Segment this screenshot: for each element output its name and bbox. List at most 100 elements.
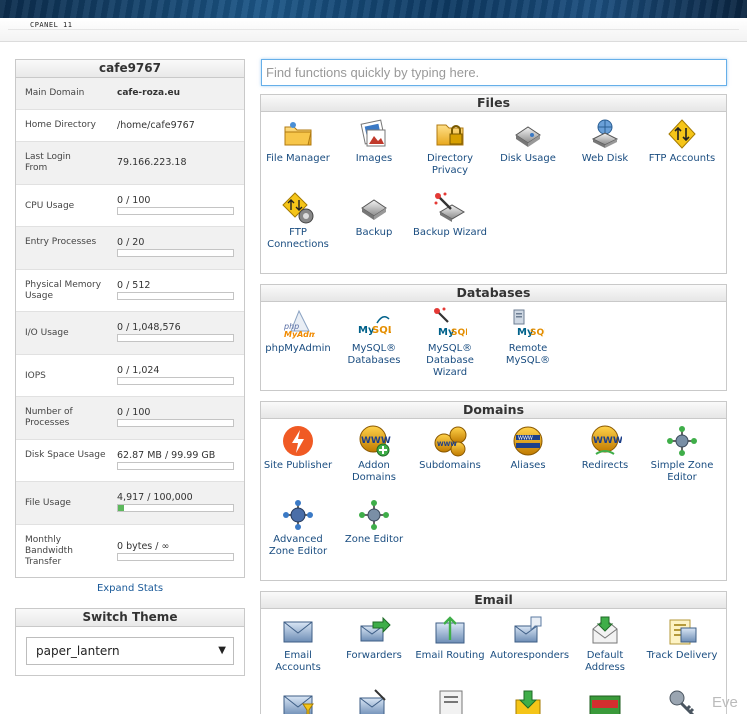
spamassassin-icon[interactable]	[588, 688, 622, 714]
default-address-item[interactable]: Default Address	[567, 614, 643, 674]
dropdown-arrow-icon: ▼	[218, 645, 226, 656]
stat-label: File Usage	[25, 498, 71, 508]
backup-icon	[361, 199, 387, 220]
forwarders-item[interactable]: Forwarders	[336, 614, 412, 662]
bandwidth-progress-bar	[117, 553, 234, 561]
brand-logo[interactable]: CPANEL 11	[30, 21, 72, 29]
files-section: Files File Manager Images Directory Priv…	[260, 94, 727, 274]
encryption-key-icon[interactable]	[665, 688, 699, 714]
subdomains-item[interactable]: WWW Subdomains	[412, 424, 488, 472]
email-routing-item[interactable]: Email Routing	[412, 614, 488, 662]
header-bar: CPANEL 11	[0, 18, 747, 42]
default-address-icon	[592, 616, 618, 644]
io-progress-bar	[117, 334, 234, 342]
zone-editor-item[interactable]: Zone Editor	[336, 498, 412, 546]
item-label: Disk Usage	[500, 153, 556, 164]
item-label: MySQL® Databases	[347, 343, 401, 366]
email-filters-icon[interactable]	[281, 688, 315, 714]
disk-usage-item[interactable]: Disk Usage	[490, 117, 566, 165]
addon-domains-item[interactable]: WWW Addon Domains	[336, 424, 412, 484]
address-importer-icon[interactable]	[511, 688, 545, 714]
site-publisher-item[interactable]: Site Publisher	[260, 424, 336, 472]
entry-processes-value: 0 / 20	[117, 237, 145, 248]
phpmyadmin-item[interactable]: phpMyAdmin phpMyAdmin	[260, 307, 336, 355]
item-label: Remote MySQL®	[505, 343, 551, 366]
ftp-connections-icon	[282, 192, 314, 224]
item-label: Zone Editor	[344, 534, 404, 545]
stat-label: Disk Space Usage	[25, 450, 106, 460]
svg-text:SQL: SQL	[372, 325, 391, 336]
item-label: Backup Wizard	[413, 227, 487, 238]
email-accounts-item[interactable]: Email Accounts	[260, 614, 336, 674]
item-label: Web Disk	[581, 153, 629, 164]
home-directory-value: /home/cafe9767	[117, 120, 195, 131]
site-publisher-icon	[283, 426, 313, 456]
item-label: Advanced Zone Editor	[268, 534, 328, 557]
svg-text:SQL: SQL	[530, 328, 545, 338]
remote-mysql-icon: MySQL	[513, 309, 545, 338]
main-domain-value: cafe-roza.eu	[117, 88, 181, 98]
autoresponders-item[interactable]: Autoresponders	[490, 614, 569, 662]
entry-processes-progress-bar	[117, 249, 234, 257]
stat-label: Monthly Bandwidth Transfer	[25, 535, 73, 567]
item-label: Default Address	[585, 650, 625, 673]
addon-domains-icon: WWW	[359, 425, 391, 457]
email-section-title: Email	[261, 592, 726, 609]
theme-selected-value: paper_lantern	[36, 644, 120, 658]
stat-label: Main Domain	[25, 88, 85, 98]
simple-zone-editor-item[interactable]: Simple Zone Editor	[644, 424, 720, 484]
item-label: Email Accounts	[275, 650, 321, 673]
file-manager-item[interactable]: File Manager	[260, 117, 336, 165]
stat-row-bandwidth: Monthly Bandwidth Transfer 0 bytes / ∞	[16, 525, 244, 577]
directory-privacy-item[interactable]: Directory Privacy	[412, 117, 488, 177]
backup-item[interactable]: Backup	[336, 191, 412, 239]
item-label: Addon Domains	[351, 460, 396, 483]
email-section: Email Email Accounts Forwarders Email Ro…	[260, 591, 727, 714]
svg-text:SQL: SQL	[451, 328, 467, 338]
track-delivery-item[interactable]: Track Delivery	[644, 614, 720, 662]
advanced-zone-editor-icon	[283, 500, 313, 530]
item-label: Simple Zone Editor	[650, 460, 714, 483]
images-item[interactable]: Images	[336, 117, 412, 165]
account-name: cafe9767	[16, 60, 244, 78]
bandwidth-value: 0 bytes / ∞	[117, 541, 170, 552]
stat-label: CPU Usage	[25, 201, 75, 211]
redirects-item[interactable]: WWW Redirects	[567, 424, 643, 472]
last-login-value: 79.166.223.18	[117, 157, 187, 168]
domains-section: Domains Site Publisher WWW Addon Domains…	[260, 401, 727, 581]
web-disk-item[interactable]: Web Disk	[567, 117, 643, 165]
remote-mysql-item[interactable]: MySQL Remote MySQL®	[490, 307, 566, 367]
item-label: MySQL® Database Wizard	[426, 343, 474, 378]
mysql-databases-item[interactable]: My SQL MySQL® Databases	[336, 307, 412, 367]
stat-row-cpu: CPU Usage 0 / 100	[16, 185, 244, 227]
stat-label: I/O Usage	[25, 328, 69, 338]
folder-icon	[284, 122, 312, 146]
authentication-icon[interactable]	[434, 688, 468, 714]
file-usage-value: 4,917 / 100,000	[117, 492, 193, 503]
global-email-filters-icon[interactable]	[357, 688, 391, 714]
stat-row-disk-space: Disk Space Usage 62.87 MB / 99.99 GB	[16, 440, 244, 482]
aliases-item[interactable]: WWW Aliases	[490, 424, 566, 472]
stat-row-io: I/O Usage 0 / 1,048,576	[16, 312, 244, 355]
stat-label: Last Login From	[25, 152, 71, 173]
svg-text:MyAdmin: MyAdmin	[284, 330, 315, 339]
stat-label: Entry Processes	[25, 237, 97, 247]
stat-row-processes: Number of Processes 0 / 100	[16, 397, 244, 440]
cpu-value: 0 / 100	[117, 195, 151, 206]
theme-select[interactable]: paper_lantern ▼	[26, 637, 234, 665]
advanced-zone-editor-item[interactable]: Advanced Zone Editor	[260, 498, 336, 558]
mysql-database-wizard-item[interactable]: MySQL MySQL® Database Wizard	[412, 307, 488, 379]
item-label: Subdomains	[419, 460, 481, 471]
stat-row-file-usage: File Usage 4,917 / 100,000	[16, 482, 244, 525]
switch-theme-title: Switch Theme	[16, 609, 244, 627]
ftp-connections-item[interactable]: FTP Connections	[260, 191, 336, 251]
web-disk-icon	[591, 119, 619, 148]
ftp-icon	[668, 119, 696, 149]
expand-stats-link[interactable]: Expand Stats	[15, 583, 245, 594]
forwarders-icon	[360, 616, 391, 642]
backup-wizard-item[interactable]: Backup Wizard	[412, 191, 488, 239]
ftp-accounts-item[interactable]: FTP Accounts	[644, 117, 720, 165]
search-input[interactable]	[261, 59, 727, 86]
item-label: Aliases	[510, 460, 546, 471]
phpmyadmin-icon: phpMyAdmin	[283, 309, 315, 339]
